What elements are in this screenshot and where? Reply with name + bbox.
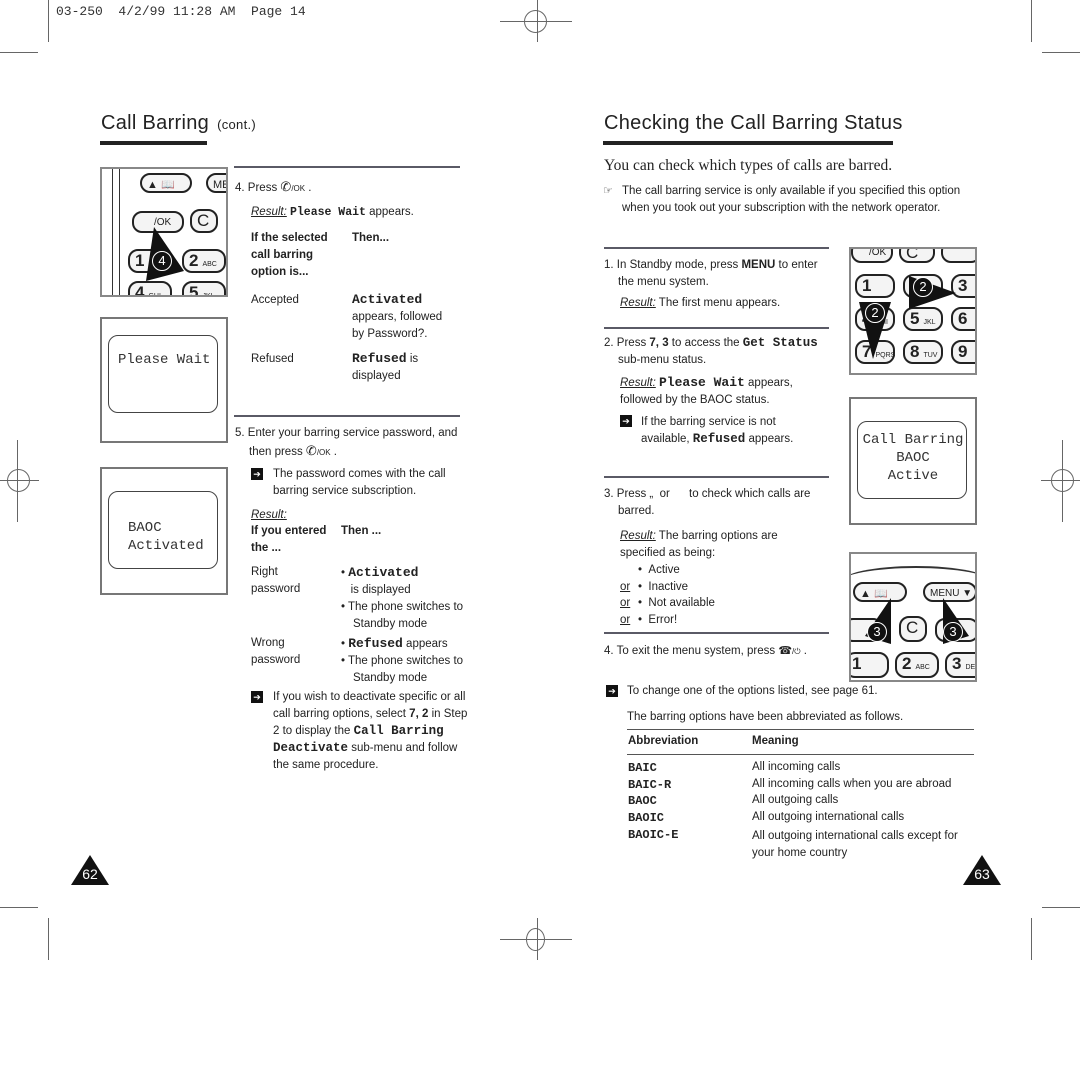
intro-note: The call barring service is only availab…	[622, 185, 961, 214]
print-header: 03-250 4/2/99 11:28 AM Page 14	[56, 4, 306, 19]
lcd-text: Please Wait	[118, 352, 211, 368]
step-3-result: Result: The barring options are specifie…	[620, 530, 778, 559]
table-cell-result: • Refused appears • The phone switches t…	[341, 636, 464, 684]
step-marker-badge: 2	[865, 303, 885, 323]
heading-underline	[100, 141, 207, 145]
table-row: BAOIC-E All outgoing international calls …	[628, 828, 958, 859]
divider	[604, 476, 829, 478]
divider	[604, 247, 829, 249]
step-3: 3. Press „ or to check which calls are b…	[604, 488, 814, 517]
table-row: BAOIC All outgoing international calls	[628, 811, 905, 825]
crop-mark	[48, 918, 49, 960]
change-note: To change one of the options listed, see…	[627, 685, 878, 697]
col-header-abbreviation: Abbreviation	[628, 735, 699, 747]
divider	[234, 166, 460, 168]
table-header-row: Abbreviation Meaning	[628, 735, 974, 752]
table-cell-condition: Wrong password	[251, 637, 301, 666]
crop-mark	[48, 0, 49, 42]
step-1-result: Result: The first menu appears.	[620, 297, 781, 309]
step-marker-badge: 3	[943, 622, 963, 642]
status-option: or • Inactive	[620, 581, 689, 593]
table-row: BAIC-R All incoming calls when you are ab…	[628, 778, 952, 792]
crop-mark	[0, 52, 38, 53]
table-cell-condition: Refused	[251, 353, 294, 365]
table-header-col2: Then...	[352, 232, 390, 244]
crop-mark	[0, 907, 38, 908]
table-cell-condition: Right password	[251, 566, 301, 595]
step-1: 1. In Standby mode, press MENU to enter …	[604, 259, 818, 288]
crop-mark	[1042, 907, 1080, 908]
note-arrow-icon: ➔	[251, 691, 263, 703]
table-header-col2: Then ...	[341, 525, 382, 537]
registration-mark	[7, 469, 30, 492]
page-number: 63	[974, 866, 990, 882]
subtitle: You can check which types of calls are b…	[604, 157, 893, 174]
step-marker-badge: 4	[152, 251, 172, 271]
pointer-arrow-icon	[865, 598, 969, 644]
registration-mark	[1051, 469, 1074, 492]
crop-mark	[1042, 52, 1080, 53]
step-2-result: Result: Please Wait appears, followed by…	[620, 375, 793, 406]
divider	[234, 415, 460, 417]
pointer-arrow-icon	[146, 227, 184, 281]
end-call-key-icon: ☎	[778, 645, 793, 657]
table-header-col1: If the selected call barring option is..…	[251, 232, 328, 278]
step-5: 5. Enter your barring service password, …	[235, 427, 458, 458]
col-header-meaning: Meaning	[752, 735, 799, 747]
table-cell-result: • Activated is displayed • The phone swi…	[341, 565, 464, 630]
lcd-line-3: Active	[887, 468, 939, 484]
lcd-screen-please-wait: Please Wait	[100, 317, 228, 443]
table-cell-result: Activated appears, followed by Password?.	[352, 292, 443, 340]
step-4: 4. Press ✆/OK .	[235, 179, 312, 194]
divider	[604, 327, 829, 329]
phone-keypad-illustration: /OK C 1 2 3 4GHI 5JKL 6 7PQRS 8TUV 9 2 2	[849, 247, 977, 375]
step-2: 2. Press 7, 3 to access the Get Status s…	[604, 336, 818, 366]
heading-underline	[603, 141, 893, 145]
crop-mark	[1031, 0, 1032, 42]
table-row: BAIC All incoming calls	[628, 761, 841, 775]
phone-keypad-illustration: ▲ 📖 ME /OK C 1 2 ABC 4 GHI 5 JKL 4	[100, 167, 228, 297]
lcd-line-2: Activated	[128, 538, 204, 554]
pointing-hand-icon: ☞	[603, 185, 613, 197]
step-marker-badge: 2	[913, 277, 933, 297]
table-cell-result: Refused is displayed	[352, 351, 419, 382]
call-key-icon: ✆	[280, 179, 292, 194]
divider	[604, 632, 829, 634]
abbrev-intro: The barring options have been abbreviate…	[627, 711, 904, 723]
heading-text: Call Barring	[101, 112, 210, 134]
step-2-note: If the barring service is not available,…	[641, 416, 794, 446]
crop-mark	[1031, 918, 1032, 960]
call-key-icon: ✆	[305, 443, 317, 458]
page-number: 62	[82, 866, 98, 882]
lcd-line-2: BAOC	[896, 450, 930, 466]
step-5-note: The password comes with the call barring…	[273, 468, 446, 497]
table-header-rule	[627, 754, 974, 755]
lcd-line-1: BAOC	[128, 520, 162, 536]
step-4-exit: 4. To exit the menu system, press ☎/⏻ .	[604, 645, 807, 657]
page-heading-right: Checking the Call Barring Status	[604, 112, 903, 134]
note-arrow-icon: ➔	[620, 415, 632, 427]
page-heading-left: Call Barring (cont.)	[101, 112, 256, 135]
registration-mark	[524, 10, 547, 33]
status-option: or • Not available	[620, 597, 715, 609]
table-cell-condition: Accepted	[251, 294, 299, 306]
heading-suffix: (cont.)	[217, 117, 257, 132]
status-option: or • Error!	[620, 614, 678, 626]
lcd-screen-baoc-activated: BAOC Activated	[100, 467, 228, 595]
deactivate-note: If you wish to deactivate specific or al…	[273, 691, 468, 771]
table-row: BAOC All outgoing calls	[628, 794, 839, 808]
lcd-screen-status: Call Barring BAOC Active	[849, 397, 977, 525]
step-marker-badge: 3	[867, 622, 887, 642]
lcd-line-1: Call Barring	[862, 432, 964, 448]
table-top-rule	[627, 729, 974, 730]
registration-mark	[526, 928, 545, 951]
note-arrow-icon: ➔	[251, 468, 263, 480]
status-option: • Active	[638, 564, 680, 576]
step-4-result: Result: Please Wait appears.	[251, 206, 414, 219]
table-header-col1: If you entered the ...	[251, 525, 327, 554]
phone-nav-illustration: ▲ 📖 MENU ▼ C 1 2ABC 3DEF 3 3	[849, 552, 977, 682]
note-arrow-icon: ➔	[606, 685, 618, 697]
result-label: Result:	[251, 509, 287, 521]
